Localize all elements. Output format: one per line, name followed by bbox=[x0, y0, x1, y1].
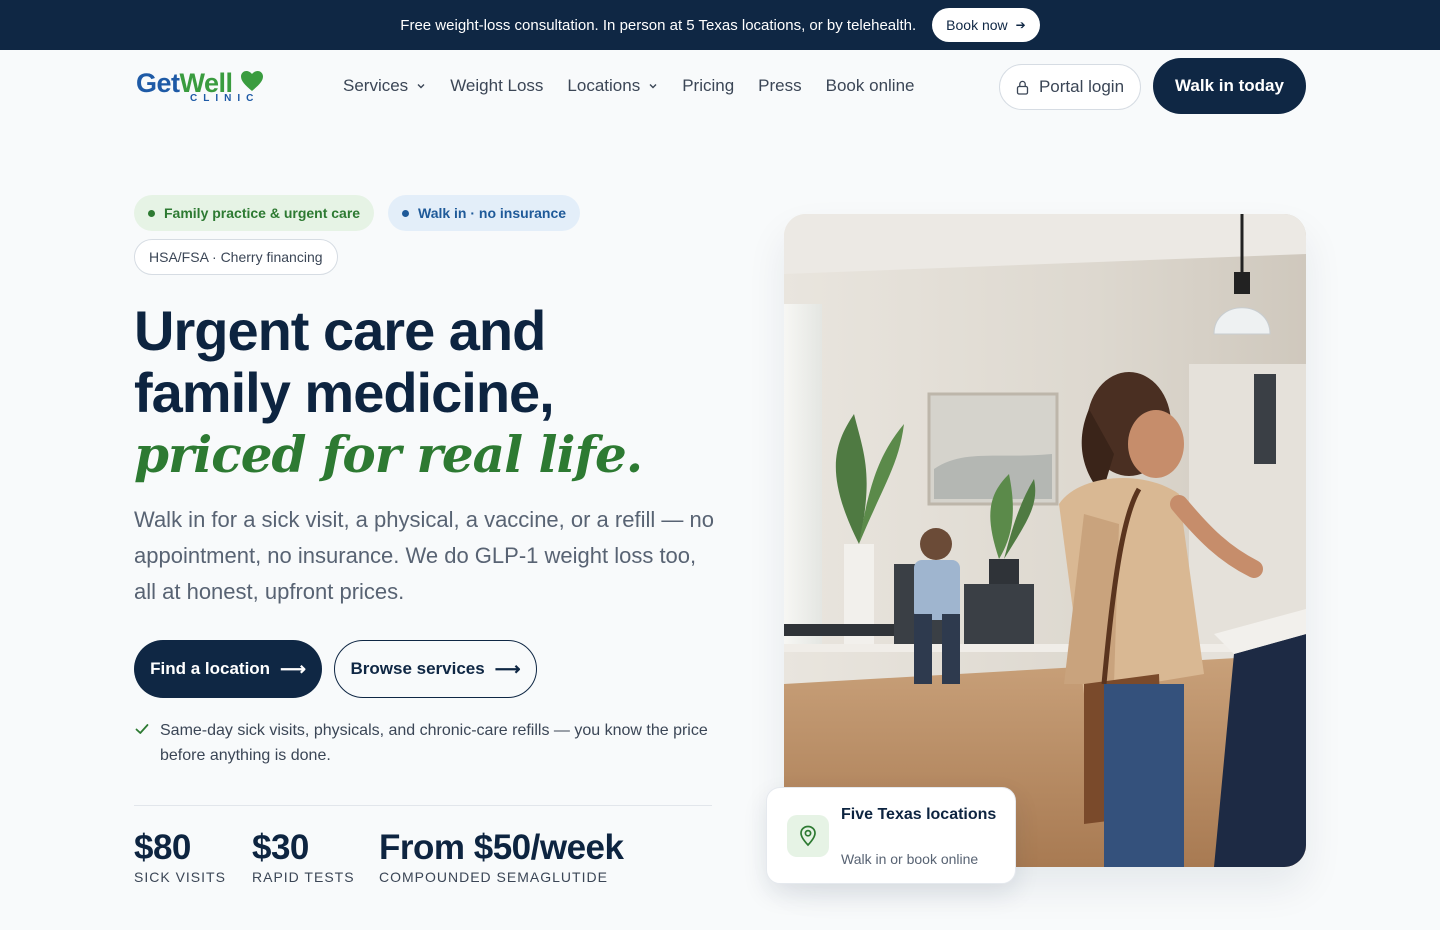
lock-icon bbox=[1016, 80, 1029, 95]
heart-logo-icon bbox=[241, 71, 263, 91]
book-now-button[interactable]: Book now ➔ bbox=[932, 8, 1040, 42]
tag-walk-in: Walk in · no insurance bbox=[388, 195, 581, 231]
stat-label: SICK VISITS bbox=[134, 869, 226, 885]
headline-accent: priced for real life. bbox=[134, 425, 643, 484]
tag-hsa-fsa-label: HSA/FSA · Cherry financing bbox=[149, 249, 323, 265]
arrow-right-icon: ➔ bbox=[1015, 18, 1026, 32]
nav-book-online-label: Book online bbox=[825, 76, 915, 95]
tag-family-practice-label: Family practice & urgent care bbox=[164, 205, 361, 221]
nav-locations[interactable]: Locations bbox=[567, 76, 658, 96]
stat-value: $80 bbox=[134, 828, 191, 867]
feature-check: Same-day sick visits, physicals, and chr… bbox=[134, 718, 714, 768]
tag-walk-in-label: Walk in · no insurance bbox=[418, 205, 567, 221]
dot-icon bbox=[402, 209, 409, 217]
announcement-text: Free weight-loss consultation. In person… bbox=[400, 16, 917, 34]
getwell-logo[interactable]: GetWell CLINIC bbox=[136, 68, 266, 104]
check-icon bbox=[135, 724, 149, 734]
headline-line-1: Urgent care and bbox=[134, 299, 546, 362]
find-location-button[interactable]: Find a location ⟶ bbox=[134, 640, 322, 698]
arrow-right-icon: ⟶ bbox=[494, 658, 521, 679]
chevron-down-icon bbox=[649, 84, 657, 89]
nav-services-label: Services bbox=[343, 76, 409, 95]
walk-in-today-label: Walk in today bbox=[1175, 76, 1284, 95]
feature-check-text: Same-day sick visits, physicals, and chr… bbox=[160, 722, 708, 764]
arrow-right-icon: ⟶ bbox=[280, 658, 306, 679]
nav-press[interactable]: Press bbox=[758, 76, 801, 96]
main-nav: Services Weight Loss Locations Pricing P… bbox=[343, 76, 938, 96]
locations-card-title: Five Texas locations bbox=[841, 806, 997, 823]
find-location-label: Find a location bbox=[150, 659, 271, 678]
nav-pricing-label: Pricing bbox=[682, 76, 735, 95]
portal-login-label: Portal login bbox=[1038, 77, 1125, 96]
dot-icon bbox=[148, 209, 155, 217]
nav-weight-loss[interactable]: Weight Loss bbox=[450, 76, 543, 96]
browse-services-button[interactable]: Browse services ⟶ bbox=[334, 640, 537, 698]
clinic-lobby-illustration bbox=[784, 214, 1306, 867]
nav-press-label: Press bbox=[758, 76, 802, 95]
tag-hsa-fsa: HSA/FSA · Cherry financing bbox=[134, 239, 338, 275]
stat-rapid-tests: $30 RAPID TESTS bbox=[252, 828, 355, 885]
book-now-label: Book now bbox=[946, 17, 1008, 33]
stat-label: COMPOUNDED SEMAGLUTIDE bbox=[379, 869, 608, 885]
stat-value: From $50/week bbox=[379, 828, 624, 867]
stat-value: $30 bbox=[252, 828, 309, 867]
locations-card[interactable]: Five Texas locations Walk in or book onl… bbox=[766, 787, 1016, 884]
nav-locations-label: Locations bbox=[567, 76, 641, 95]
locations-card-subtitle: Walk in or book online bbox=[841, 851, 979, 867]
stat-semaglutide: From $50/week COMPOUNDED SEMAGLUTIDE bbox=[379, 828, 624, 885]
headline-line-2: family medicine, bbox=[134, 361, 555, 424]
hero-lead: Walk in for a sick visit, a physical, a … bbox=[134, 507, 714, 604]
announcement-bar: Free weight-loss consultation. In person… bbox=[0, 0, 1440, 50]
tag-family-practice: Family practice & urgent care bbox=[134, 195, 375, 231]
hero-headline: Urgent care and family medicine, priced … bbox=[134, 300, 754, 486]
stat-label: RAPID TESTS bbox=[252, 869, 355, 885]
map-pin-icon bbox=[787, 815, 829, 857]
divider bbox=[134, 805, 712, 806]
nav-weight-loss-label: Weight Loss bbox=[450, 76, 544, 95]
logo-subtitle: CLINIC bbox=[190, 93, 260, 104]
clinic-lobby-photo bbox=[784, 214, 1306, 867]
nav-book-online[interactable]: Book online bbox=[826, 76, 915, 96]
portal-login-button[interactable]: Portal login bbox=[999, 64, 1141, 110]
nav-pricing[interactable]: Pricing bbox=[682, 76, 734, 96]
stat-sick-visits: $80 SICK VISITS bbox=[134, 828, 226, 885]
walk-in-today-button[interactable]: Walk in today bbox=[1153, 58, 1306, 114]
nav-services[interactable]: Services bbox=[343, 76, 426, 96]
chevron-down-icon bbox=[417, 84, 425, 89]
browse-services-label: Browse services bbox=[350, 659, 485, 678]
site-header: GetWell CLINIC Services Weight Loss Loca… bbox=[0, 50, 1440, 124]
